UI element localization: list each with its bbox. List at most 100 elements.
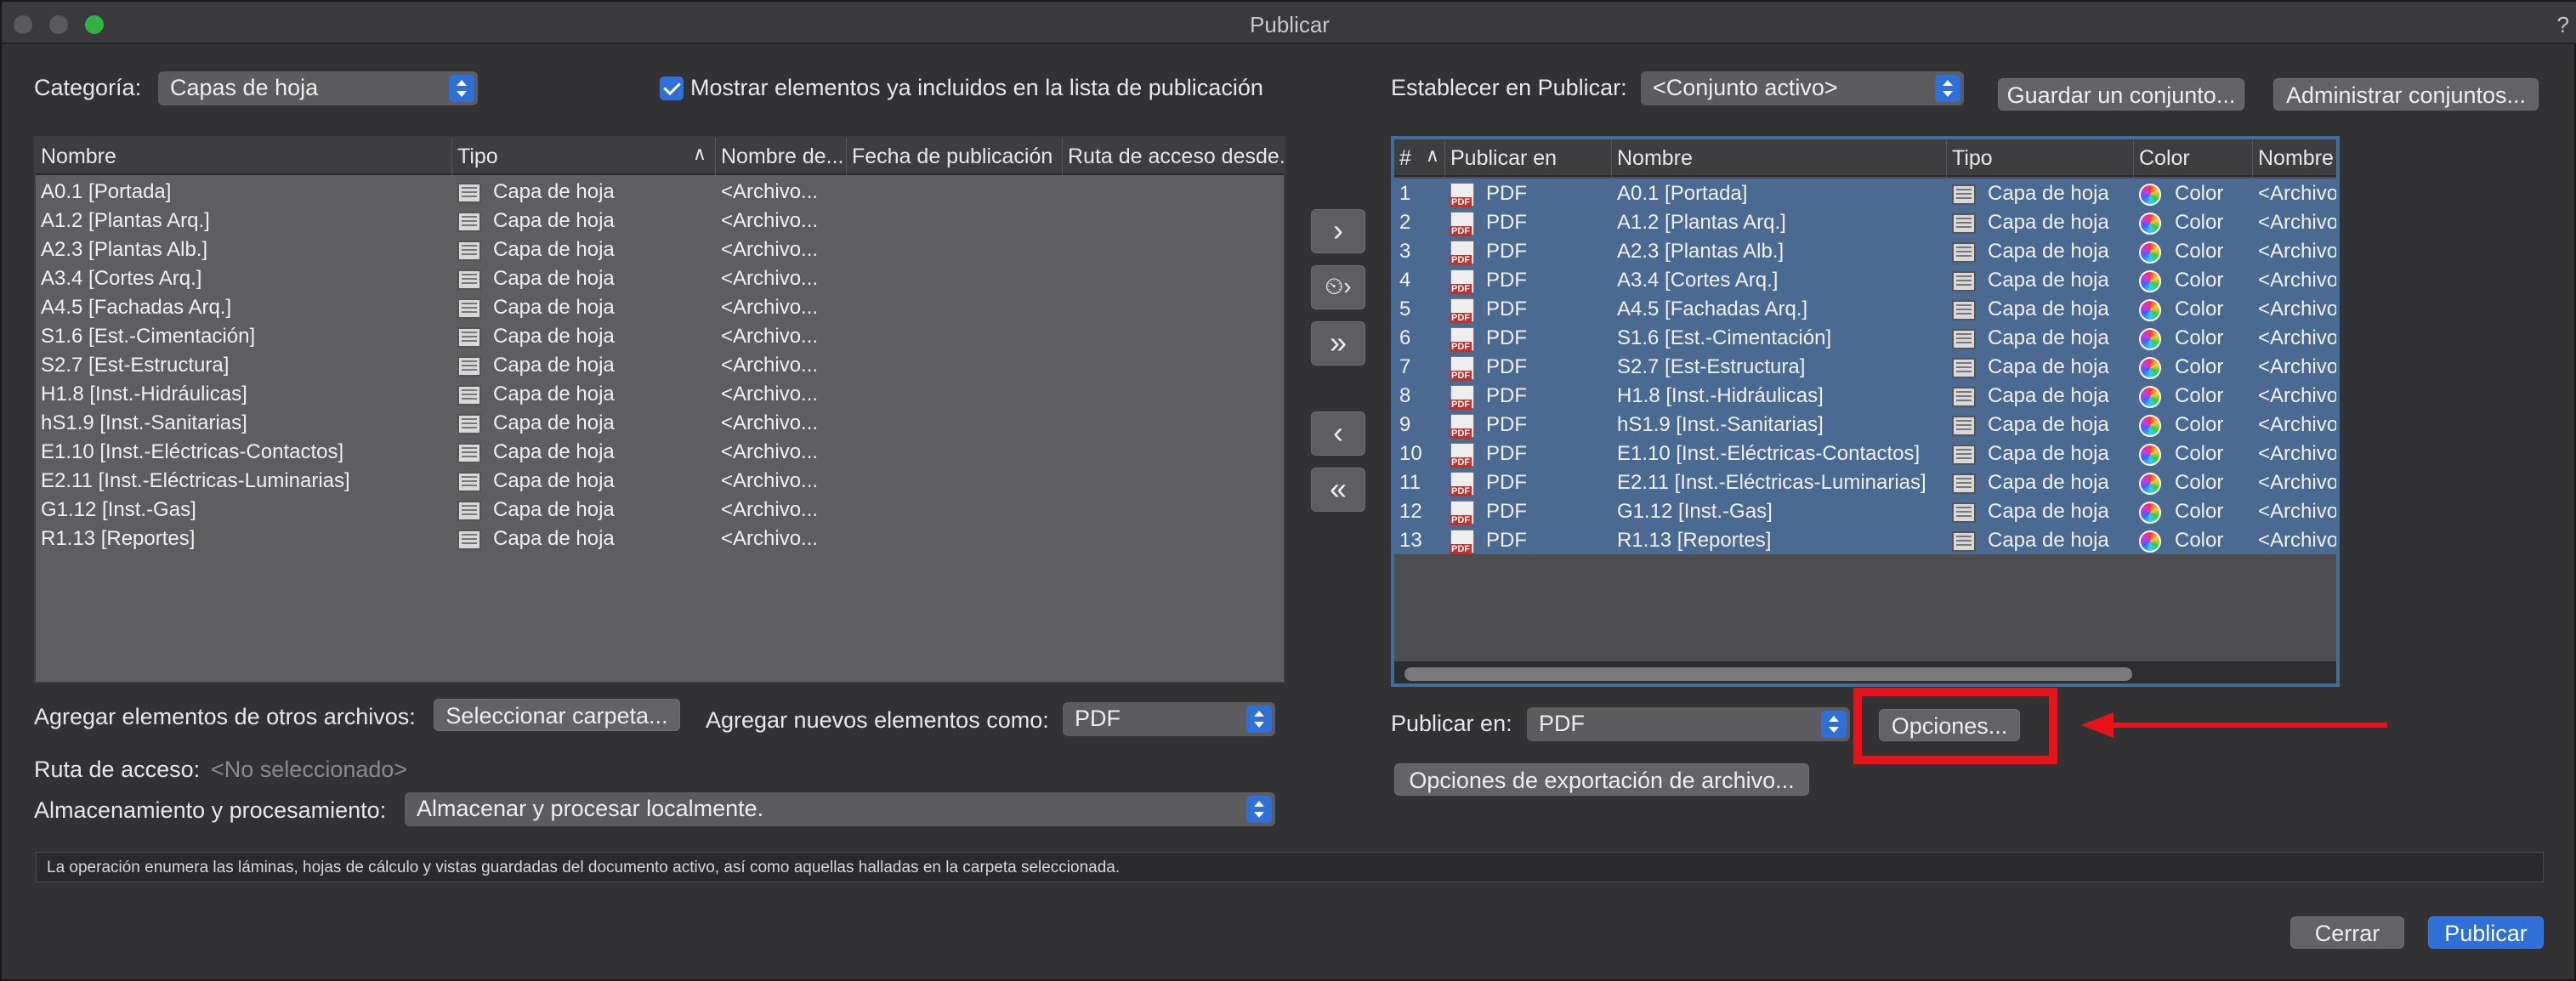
row-publish-to: PDF: [1445, 294, 1612, 326]
col-nombre[interactable]: Nombre: [36, 138, 452, 175]
table-row[interactable]: G1.12 [Inst.-Gas] Capa de hoja <Archivo...: [36, 495, 1284, 524]
row-color: Color: [2134, 496, 2253, 527]
table-row[interactable]: 11 PDFE2.11 [Inst.-Eléctricas-Luminarias]…: [1394, 468, 2336, 496]
table-row[interactable]: H1.8 [Inst.-Hidráulicas] Capa de hoja <Arc…: [36, 379, 1284, 408]
publish-list-table[interactable]: # ∧ Publicar en Nombre Tipo Color Nombre …: [1391, 136, 2340, 687]
table-row[interactable]: A0.1 [Portada] Capa de hoja <Archivo...: [36, 177, 1284, 206]
close-button[interactable]: Cerrar: [2290, 916, 2404, 949]
sheet-layer-icon: [1952, 270, 1976, 292]
col-nombre[interactable]: Nombre: [1612, 139, 1947, 177]
row-name: E2.11 [Inst.-Eléctricas-Luminarias]: [1617, 471, 1926, 494]
col-tipo[interactable]: Tipo: [1947, 139, 2134, 177]
save-set-button[interactable]: Guardar un conjunto...: [1998, 78, 2244, 111]
table-row[interactable]: hS1.9 [Inst.-Sanitarias] Capa de hoja <Arc…: [36, 408, 1284, 437]
table-row[interactable]: R1.13 [Reportes] Capa de hoja <Archivo...: [36, 524, 1284, 553]
col-tipo[interactable]: Tipo ∧: [452, 138, 716, 175]
storage-label: Almacenamiento y procesamiento:: [34, 797, 387, 823]
pdf-icon: [1450, 529, 1474, 554]
popup-arrows-icon: [1246, 796, 1272, 823]
storage-select[interactable]: Almacenar y procesar localmente.: [405, 792, 1275, 826]
row-publish-to: PDF: [1445, 496, 1612, 528]
table-row[interactable]: A2.3 [Plantas Alb.] Capa de hoja <Archivo.…: [36, 235, 1284, 264]
table-row[interactable]: 8 PDFH1.8 [Inst.-Hidráulicas] Capa de hoja…: [1394, 381, 2336, 410]
horizontal-scrollbar[interactable]: [1394, 661, 2336, 683]
table-row[interactable]: 1 PDFA0.1 [Portada] Capa de hojaColor<Arch…: [1394, 179, 2336, 207]
pdf-icon: [1450, 211, 1474, 236]
table-row[interactable]: 3 PDFA2.3 [Plantas Alb.] Capa de hojaColor…: [1394, 236, 2336, 265]
row-type: Capa de hoja: [1947, 294, 2134, 325]
col-number[interactable]: # ∧: [1394, 139, 1445, 177]
publish-to-select[interactable]: PDF: [1527, 707, 1850, 741]
sheet-layer-icon: [1952, 473, 1976, 494]
table-row[interactable]: A1.2 [Plantas Arq.] Capa de hoja <Archivo.…: [36, 206, 1284, 235]
table-row[interactable]: 12 PDFG1.12 [Inst.-Gas] Capa de hojaColor<…: [1394, 496, 2336, 525]
remove-all-button[interactable]: «: [1311, 468, 1365, 512]
remove-item-button[interactable]: ‹: [1311, 411, 1365, 456]
table-row[interactable]: S2.7 [Est-Estructura] Capa de hoja <Archiv…: [36, 350, 1284, 379]
row-file: <Archivo...: [721, 209, 819, 232]
row-number: 4: [1399, 269, 1411, 292]
table-row[interactable]: 5 PDFA4.5 [Fachadas Arq.] Capa de hojaColo…: [1394, 294, 2336, 323]
select-folder-button[interactable]: Seleccionar carpeta...: [434, 699, 680, 731]
table-row[interactable]: A3.4 [Cortes Arq.] Capa de hoja <Archivo..…: [36, 264, 1284, 292]
add-item-button[interactable]: ›: [1311, 209, 1365, 253]
col-nombre-de[interactable]: Nombre de...: [716, 138, 847, 175]
row-color: Color: [2134, 410, 2253, 440]
row-number: 2: [1399, 211, 1411, 234]
color-wheel-icon: [2139, 241, 2161, 264]
table-row[interactable]: 7 PDFS2.7 [Est-Estructura] Capa de hojaCol…: [1394, 352, 2336, 381]
add-time-item-button[interactable]: ⏲›: [1311, 265, 1365, 309]
row-name: E1.10 [Inst.-Eléctricas-Contactos]: [1617, 442, 1921, 465]
table-row[interactable]: S1.6 [Est.-Cimentación] Capa de hoja <Arch…: [36, 321, 1284, 350]
set-select[interactable]: <Conjunto activo>: [1641, 71, 1964, 105]
row-type: Capa de hoja: [1947, 207, 2134, 238]
sheet-layer-icon: [457, 355, 481, 377]
sheet-layer-icon: [457, 298, 481, 319]
row-color: Color: [2134, 525, 2253, 556]
row-name: A4.5 [Fachadas Arq.]: [41, 296, 232, 319]
col-publicar-en[interactable]: Publicar en: [1445, 139, 1612, 177]
pdf-icon: [1450, 298, 1474, 323]
col-nombre-de[interactable]: Nombre de: [2253, 139, 2336, 177]
pdf-icon: [1450, 384, 1474, 410]
row-publish-to: PDF: [1445, 525, 1612, 557]
sheet-layer-icon: [1952, 444, 1976, 465]
row-color: Color: [2134, 294, 2253, 325]
col-ruta[interactable]: Ruta de acceso desde...: [1063, 138, 1284, 175]
col-fecha[interactable]: Fecha de publicación: [847, 138, 1063, 175]
row-name: hS1.9 [Inst.-Sanitarias]: [41, 411, 247, 434]
row-type: Capa de hoja: [1947, 525, 2134, 556]
row-color: Color: [2134, 236, 2253, 267]
help-icon[interactable]: ?: [2557, 12, 2569, 38]
publish-button[interactable]: Publicar: [2428, 916, 2544, 949]
publish-to-value: PDF: [1539, 711, 1585, 736]
row-publish-to: PDF: [1445, 439, 1612, 470]
table-row[interactable]: 13 PDFR1.13 [Reportes] Capa de hojaColor<A…: [1394, 525, 2336, 554]
category-select[interactable]: Capas de hoja: [158, 71, 478, 105]
scrollbar-thumb[interactable]: [1404, 667, 2132, 681]
table-row[interactable]: 9 PDFhS1.9 [Inst.-Sanitarias] Capa de hoja…: [1394, 410, 2336, 439]
table-row[interactable]: 4 PDFA3.4 [Cortes Arq.] Capa de hojaColor<…: [1394, 265, 2336, 294]
add-as-select[interactable]: PDF: [1063, 702, 1275, 736]
table-row[interactable]: 10 PDFE1.10 [Inst.-Eléctricas-Contactos] C…: [1394, 439, 2336, 468]
table-row[interactable]: E1.10 [Inst.-Eléctricas-Contactos] Capa d…: [36, 437, 1284, 466]
row-file: <Archivo: [2258, 529, 2338, 552]
show-included-checkbox[interactable]: [660, 77, 684, 100]
table-row[interactable]: A4.5 [Fachadas Arq.] Capa de hoja <Archivo…: [36, 292, 1284, 321]
row-number: 3: [1399, 240, 1411, 263]
row-file: <Archivo: [2258, 384, 2338, 407]
row-name: A1.2 [Plantas Arq.]: [1617, 211, 1786, 234]
available-items-table[interactable]: Nombre Tipo ∧ Nombre de... Fecha de publi…: [34, 136, 1285, 683]
manage-sets-button[interactable]: Administrar conjuntos...: [2273, 78, 2539, 111]
export-options-button[interactable]: Opciones de exportación de archivo...: [1394, 763, 1809, 796]
row-type: Capa de hoja: [1947, 439, 2134, 469]
status-text: La operación enumera las láminas, hojas …: [36, 852, 2544, 882]
add-all-button[interactable]: »: [1311, 321, 1365, 366]
table-row[interactable]: 6 PDFS1.6 [Est.-Cimentación] Capa de hojaC…: [1394, 323, 2336, 352]
col-color[interactable]: Color: [2134, 139, 2253, 177]
table-row[interactable]: 2 PDFA1.2 [Plantas Arq.] Capa de hojaColor…: [1394, 207, 2336, 236]
row-publish-to: PDF: [1445, 207, 1612, 239]
sheet-layer-icon: [1952, 386, 1976, 407]
color-wheel-icon: [2139, 183, 2161, 206]
table-row[interactable]: E2.11 [Inst.-Eléctricas-Luminarias] Capa …: [36, 466, 1284, 495]
